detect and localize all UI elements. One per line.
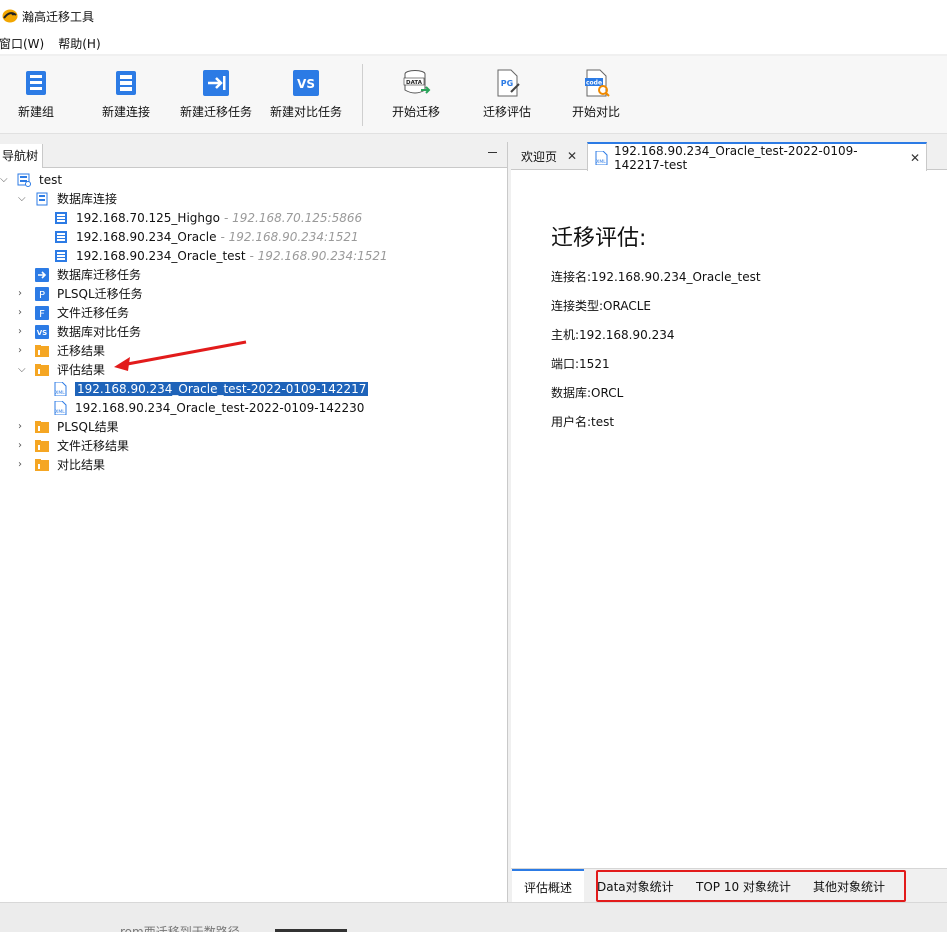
result-folder-icon [35, 420, 49, 433]
tree-node-migration-results[interactable]: › 迁移结果 [18, 341, 105, 360]
menu-window[interactable]: 窗口(W) [0, 35, 52, 52]
svg-text:F: F [39, 309, 45, 320]
svg-text:code: code [586, 80, 602, 87]
chevron-down-icon[interactable]: ⌵ [0, 174, 10, 185]
chevron-right-icon[interactable]: › [18, 421, 28, 432]
menu-help[interactable]: 帮助(H) [58, 35, 108, 52]
menu-bar: 窗口(W) 帮助(H) [0, 32, 947, 54]
annotation-highlight-box [596, 870, 906, 902]
tree-node-evaluation-result-142230[interactable]: XML 192.168.90.234_Oracle_test-2022-0109… [53, 398, 364, 417]
new-compare-task-icon: VS [293, 70, 319, 96]
toolbar: 新建组 新建连接 新建迁移任务 VS 新建对比任务 DATA 开始迁移 PG 迁… [0, 56, 947, 134]
xml-file-icon: XML [595, 150, 608, 165]
close-icon[interactable]: ✕ [910, 151, 920, 165]
new-group-icon [26, 71, 46, 95]
close-icon[interactable]: ✕ [567, 149, 577, 163]
group-icon [17, 173, 31, 187]
svg-text:VS: VS [37, 329, 47, 337]
navigation-panel-header: 导航树 [0, 142, 507, 168]
start-migration-icon: DATA [403, 70, 431, 94]
annotation-arrow [114, 340, 247, 371]
info-connection-type: 连接类型:ORACLE [551, 299, 651, 313]
tree-node-connection-oracle-test[interactable]: 192.168.90.234_Oracle_test - 192.168.90.… [54, 246, 388, 265]
migration-evaluation-icon: PG [497, 69, 520, 97]
svg-text:P: P [39, 290, 45, 301]
tab-evaluation-report[interactable]: XML 192.168.90.234_Oracle_test-2022-0109… [587, 142, 927, 172]
tree-node-file-migration-tasks[interactable]: › F 文件迁移任务 [18, 303, 129, 322]
navigation-panel: 导航树 ⌵ test ⌵ 数据库连接 192.168.70.125_Highgo… [0, 142, 508, 902]
new-migration-task-icon [203, 70, 229, 96]
svg-text:PG: PG [501, 79, 513, 88]
info-username: 用户名:test [551, 415, 615, 429]
editor-panel: 欢迎页 ✕ XML 192.168.90.234_Oracle_test-202… [511, 142, 947, 903]
tree-node-db-connections[interactable]: ⌵ 数据库连接 [18, 189, 117, 208]
chevron-down-icon[interactable]: ⌵ [18, 364, 28, 375]
title-bar: 瀚高迁移工具 [0, 0, 947, 32]
tree-node-db-migration-tasks[interactable]: 数据库迁移任务 [35, 265, 141, 284]
svg-text:DATA: DATA [406, 80, 423, 86]
tree-node-evaluation-result-142217[interactable]: XML 192.168.90.234_Oracle_test-2022-0109… [53, 379, 369, 398]
file-task-icon: F [35, 305, 49, 320]
svg-text:XML: XML [55, 409, 65, 415]
status-text: rom西迁移到于数路径 [120, 925, 240, 932]
report-tab-bar: 评估概述 Data对象统计 TOP 10 对象统计 其他对象统计 [511, 868, 947, 903]
result-folder-icon [35, 439, 49, 452]
chevron-right-icon[interactable]: › [18, 345, 28, 356]
tree-node-evaluation-results[interactable]: ⌵ 评估结果 [18, 360, 105, 379]
server-icon [55, 249, 67, 262]
migration-task-icon [35, 267, 49, 282]
result-folder-icon [35, 344, 49, 357]
svg-text:XML: XML [596, 159, 606, 165]
svg-text:VS: VS [297, 77, 315, 91]
app-logo-icon [2, 9, 18, 23]
compare-task-icon: VS [35, 324, 49, 339]
page-title: 迁移评估: [551, 226, 647, 251]
navigation-tree-tab[interactable]: 导航树 [0, 144, 44, 168]
migration-evaluation-button[interactable]: PG 迁移评估 [483, 68, 531, 120]
tree-node-file-migration-results[interactable]: › 文件迁移结果 [18, 436, 129, 455]
server-icon [55, 230, 67, 243]
tree-node-compare-results[interactable]: › 对比结果 [18, 455, 105, 474]
result-folder-icon [35, 458, 49, 471]
info-database: 数据库:ORCL [551, 386, 624, 400]
tree-node-plsql-results[interactable]: › PLSQL结果 [18, 417, 119, 436]
chevron-right-icon[interactable]: › [18, 459, 28, 470]
tab-welcome[interactable]: 欢迎页 ✕ [515, 142, 591, 170]
toolbar-separator [362, 64, 363, 126]
new-migration-task-button[interactable]: 新建迁移任务 [180, 68, 252, 120]
evaluation-summary: 迁移评估: 连接名:192.168.90.234_Oracle_test 连接类… [551, 220, 761, 442]
status-bar: rom西迁移到于数路径 [0, 902, 947, 932]
info-port: 端口:1521 [551, 357, 610, 371]
tree-node-connection-oracle[interactable]: 192.168.90.234_Oracle - 192.168.90.234:1… [54, 227, 359, 246]
chevron-right-icon[interactable]: › [18, 326, 28, 337]
chevron-down-icon[interactable]: ⌵ [18, 193, 28, 204]
tab-evaluation-overview[interactable]: 评估概述 [512, 869, 584, 903]
info-host: 主机:192.168.90.234 [551, 328, 675, 342]
chevron-right-icon[interactable]: › [18, 307, 28, 318]
chevron-right-icon[interactable]: › [18, 288, 28, 299]
new-connection-button[interactable]: 新建连接 [102, 68, 150, 120]
plsql-icon: P [35, 286, 49, 301]
xml-file-icon: XML [54, 381, 67, 396]
server-icon [55, 211, 67, 224]
window-title: 瀚高迁移工具 [22, 9, 95, 24]
chevron-right-icon[interactable]: › [18, 440, 28, 451]
tree-node-connection-highgo[interactable]: 192.168.70.125_Highgo - 192.168.70.125:5… [54, 208, 362, 227]
xml-file-icon: XML [54, 400, 67, 415]
start-migration-button[interactable]: DATA 开始迁移 [392, 68, 440, 120]
tree-node-plsql-migration-tasks[interactable]: › P PLSQL迁移任务 [18, 284, 143, 303]
result-folder-icon [35, 363, 49, 376]
minimize-icon[interactable] [488, 152, 497, 153]
new-connection-icon [116, 71, 136, 95]
new-group-button[interactable]: 新建组 [18, 68, 54, 120]
info-connection-name: 连接名:192.168.90.234_Oracle_test [551, 270, 761, 284]
new-compare-task-button[interactable]: VS 新建对比任务 [270, 68, 342, 120]
database-connection-icon [36, 192, 48, 205]
editor-tab-bar: 欢迎页 ✕ XML 192.168.90.234_Oracle_test-202… [511, 142, 947, 172]
tree-node-test[interactable]: ⌵ test [0, 170, 62, 189]
svg-text:XML: XML [55, 390, 65, 396]
start-compare-button[interactable]: code 开始对比 [572, 68, 620, 120]
start-compare-icon: code [585, 69, 610, 97]
